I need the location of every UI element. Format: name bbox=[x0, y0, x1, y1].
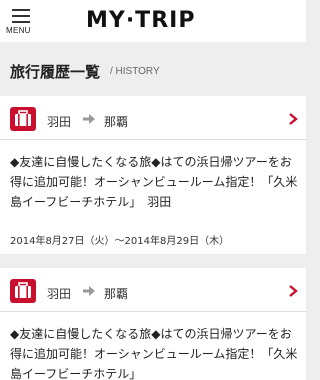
app-header: MENU MY·TRIP bbox=[0, 0, 306, 42]
hamburger-icon bbox=[12, 9, 30, 27]
page-subtitle: / HISTORY bbox=[110, 66, 160, 77]
chevron-right-icon bbox=[289, 113, 298, 125]
page-title: 旅行履歴一覧 bbox=[10, 63, 101, 81]
route-destination: 那覇 bbox=[104, 115, 129, 129]
menu-button[interactable]: MENU bbox=[6, 6, 46, 38]
menu-label: MENU bbox=[6, 26, 31, 35]
route-destination: 那覇 bbox=[104, 287, 129, 301]
trip-description: ◆友達に自慢したくなる旅◆はての浜日帰ツアーをお得に追加可能！オーシャンビュール… bbox=[10, 327, 298, 380]
suitcase-icon bbox=[10, 107, 36, 131]
app-logo[interactable]: MY·TRIP bbox=[86, 8, 195, 33]
route-origin: 羽田 bbox=[47, 115, 72, 129]
trip-dates: 2014年8月27日（火）〜2014年8月29日（木） bbox=[10, 236, 230, 247]
page-title-bar: 旅行履歴一覧 / HISTORY bbox=[0, 42, 306, 96]
trip-route-link[interactable]: 羽田 那覇 bbox=[0, 268, 306, 312]
suitcase-icon bbox=[10, 279, 36, 303]
trip-description: ◆友達に自慢したくなる旅◆はての浜日帰ツアーをお得に追加可能！オーシャンビュール… bbox=[10, 155, 298, 209]
chevron-right-icon bbox=[289, 285, 298, 297]
trip-card: 羽田 那覇 ◆友達に自慢したくなる旅◆はての浜日帰ツアーをお得に追加可能！オーシ… bbox=[0, 268, 306, 380]
arrow-right-icon bbox=[83, 286, 95, 296]
trip-card: 羽田 那覇 ◆友達に自慢したくなる旅◆はての浜日帰ツアーをお得に追加可能！オーシ… bbox=[0, 96, 306, 254]
trip-route-link[interactable]: 羽田 那覇 bbox=[0, 96, 306, 140]
route-origin: 羽田 bbox=[47, 287, 72, 301]
arrow-right-icon bbox=[83, 114, 95, 124]
